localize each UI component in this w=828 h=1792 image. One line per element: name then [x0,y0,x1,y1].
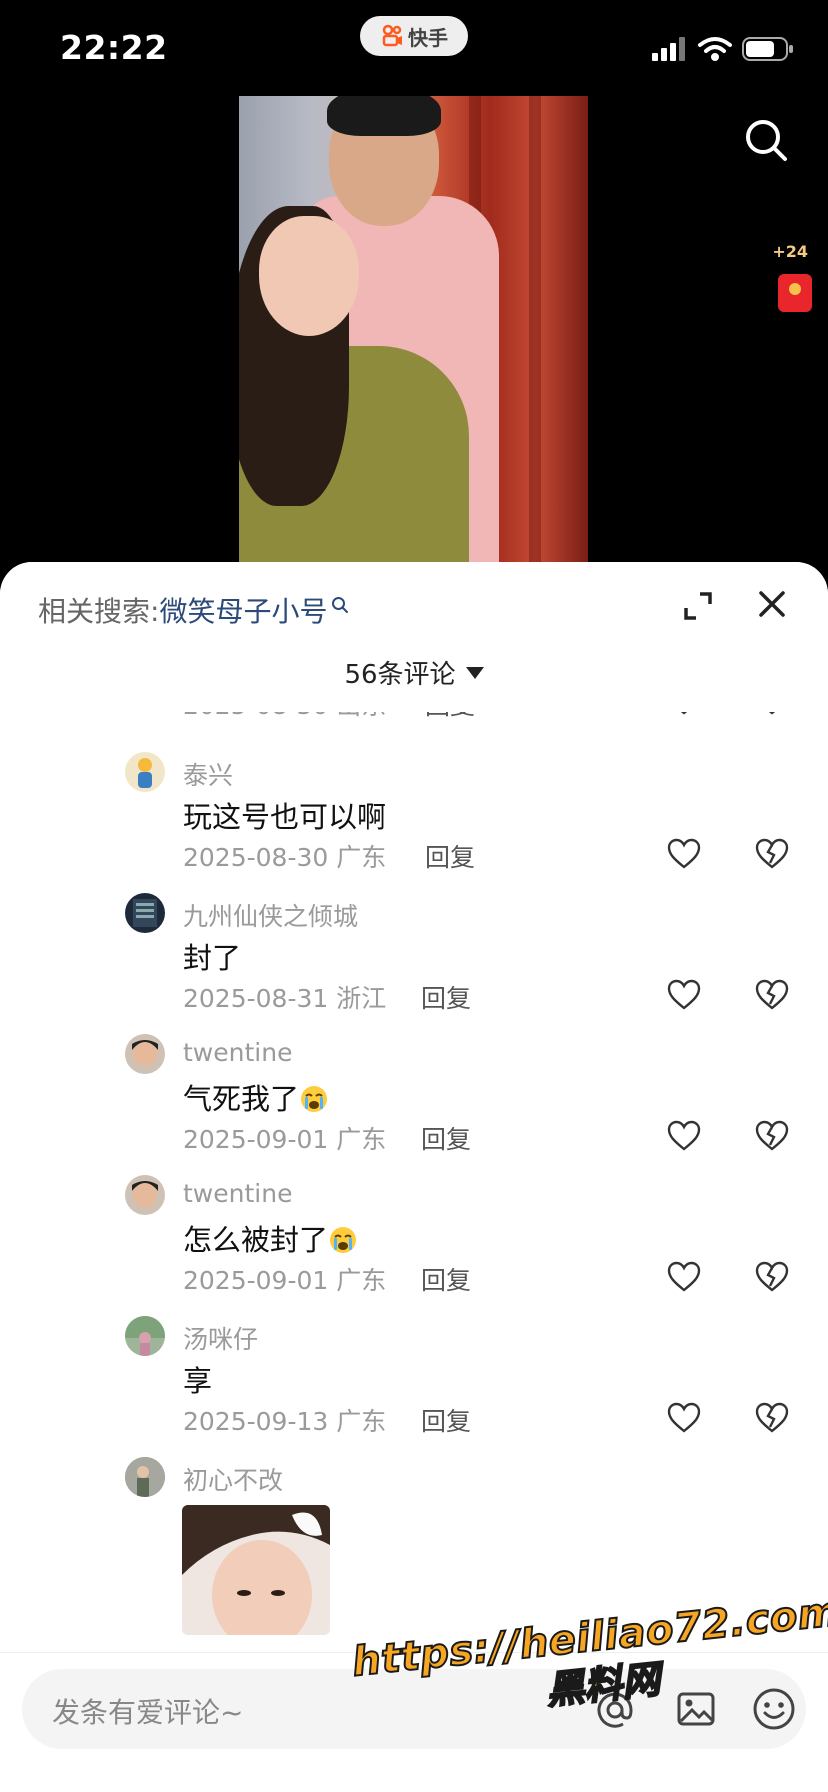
avatar[interactable] [125,893,165,933]
comment-username[interactable]: 汤咪仔 [183,1320,258,1356]
search-icon[interactable] [744,118,788,162]
kuaishou-logo-icon [382,24,402,47]
signal-icon [652,37,685,61]
comment-input-placeholder: 发条有爱评论~ [52,1696,244,1729]
heart-icon[interactable] [666,977,702,1013]
comment-text: 玩这号也可以啊 [183,800,387,834]
wifi-icon [698,37,732,61]
heart-icon[interactable] [666,1259,702,1295]
comment-count: 56条评论 [344,660,456,690]
avatar-image [132,1181,158,1207]
curtain-fold [529,96,541,566]
comment-count-toggle[interactable]: 56条评论 [0,654,828,691]
broken-heart-icon[interactable] [754,977,790,1013]
chevron-down-icon [465,666,484,679]
video-area[interactable]: +24 [0,96,828,566]
person-boy-hair [327,96,441,136]
emoji-icon[interactable] [752,1687,796,1731]
comment-text: 享 [183,1364,213,1398]
reward-count: +24 [772,242,808,261]
comment-text: 封了 [183,941,242,975]
heart-icon[interactable] [666,836,702,872]
comment-text-content: 怎么被封了 [183,1223,329,1257]
comments-list[interactable]: 2025-08-30 山东 回复 泰兴 玩这号也可以啊 2025-08-30 广… [0,692,828,1652]
app-pill[interactable]: 快手 [360,16,468,56]
app-name: 快手 [408,25,448,50]
reply-button[interactable]: 回复 [421,1261,471,1297]
close-icon[interactable] [756,588,788,620]
avatar-image [138,758,152,788]
related-search[interactable]: 相关搜索: 微笑母子小号 [38,590,349,630]
comment-photo [182,1505,330,1635]
comment-username[interactable]: twentine [183,1038,292,1067]
avatar-image [125,1457,165,1497]
reply-button[interactable]: 回复 [421,979,471,1015]
battery-icon [742,37,793,61]
person-woman-face [259,216,359,336]
comment-username[interactable]: twentine [183,1179,292,1208]
reply-button[interactable]: 回复 [421,1120,471,1156]
reply-button[interactable]: 回复 [421,1402,471,1438]
reply-button[interactable]: 回复 [425,838,475,874]
comment-text: 怎么被封了 [183,1217,358,1259]
comment-date-region: 2025-08-30 广东 [183,843,387,872]
comment-username[interactable]: 九州仙侠之倾城 [183,897,358,933]
heart-icon[interactable] [666,1118,702,1154]
comment-date-region: 2025-09-01 广东 [183,1266,387,1295]
comment-text: 气死我了 [183,1076,329,1118]
crying-emoji-icon [301,1086,328,1112]
status-time: 22:22 [60,28,168,67]
comment-date-region: 2025-09-13 广东 [183,1407,387,1436]
avatar-image [133,899,157,927]
avatar-image [125,1316,165,1356]
broken-heart-icon[interactable] [754,1259,790,1295]
avatar[interactable] [125,1316,165,1356]
comment-username[interactable]: 初心不改 [183,1461,283,1497]
avatar[interactable] [125,1457,165,1497]
related-search-term[interactable]: 微笑母子小号 [159,590,327,630]
comment-image[interactable] [182,1505,330,1635]
broken-heart-icon[interactable] [754,1118,790,1154]
status-bar: 22:22 快手 [0,0,828,96]
crying-emoji-icon [330,1227,357,1253]
avatar-image [132,1040,158,1066]
avatar[interactable] [125,1034,165,1074]
expand-icon[interactable] [682,590,714,622]
comment-date-region: 2025-08-31 浙江 [183,984,387,1013]
broken-heart-icon[interactable] [754,836,790,872]
avatar[interactable] [125,1175,165,1215]
comment-text-content: 气死我了 [183,1082,300,1116]
video-frame[interactable] [239,96,588,566]
heart-icon[interactable] [666,1400,702,1436]
avatar[interactable] [125,752,165,792]
red-packet-icon[interactable] [778,274,812,312]
related-search-label: 相关搜索: [38,595,160,628]
sheet-header: 相关搜索: 微笑母子小号 56条评论 [0,562,828,712]
search-icon [332,597,349,613]
comment-date-region: 2025-09-01 广东 [183,1125,387,1154]
status-icons [652,36,794,62]
broken-heart-icon[interactable] [754,1400,790,1436]
comment-username[interactable]: 泰兴 [183,756,233,792]
